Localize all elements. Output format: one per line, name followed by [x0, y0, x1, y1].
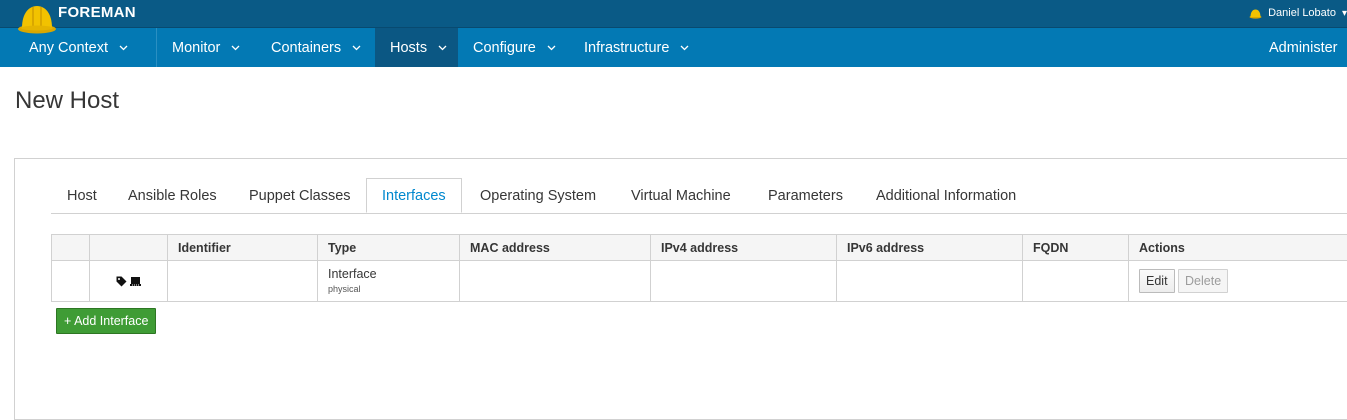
chevron-down-icon	[547, 45, 556, 51]
row-type-sub: physical	[328, 283, 449, 295]
tab-additional-information[interactable]: Additional Information	[876, 178, 1016, 213]
row-select-cell	[52, 261, 90, 302]
row-ipv4-address	[651, 261, 837, 302]
brand-name[interactable]: FOREMAN	[58, 4, 136, 21]
nav-monitor-label: Monitor	[172, 40, 220, 56]
column-header-select	[52, 235, 90, 261]
hardhat-logo-icon	[17, 1, 57, 35]
row-fqdn	[1023, 261, 1129, 302]
nav-hosts[interactable]: Hosts	[375, 28, 458, 67]
row-type: Interface	[328, 267, 449, 282]
user-hardhat-icon	[1249, 8, 1262, 19]
tab-operating-system[interactable]: Operating System	[480, 178, 596, 213]
tab-parameters[interactable]: Parameters	[768, 178, 843, 213]
row-ipv6-address	[837, 261, 1023, 302]
chevron-down-icon	[352, 45, 361, 51]
nav-containers-label: Containers	[271, 40, 341, 56]
nic-icon	[130, 276, 141, 287]
column-header-type[interactable]: Type	[318, 235, 460, 261]
tab-ansible-roles[interactable]: Ansible Roles	[128, 178, 217, 213]
column-header-actions: Actions	[1129, 235, 1347, 261]
nav-configure-label: Configure	[473, 40, 536, 56]
row-mac-address	[460, 261, 651, 302]
nav-any-context-label: Any Context	[29, 40, 108, 56]
nav-hosts-label: Hosts	[390, 40, 427, 56]
nav-containers[interactable]: Containers	[271, 28, 361, 67]
edit-interface-button[interactable]: Edit	[1139, 269, 1175, 293]
chevron-down-icon	[438, 45, 447, 51]
row-actions-cell: Edit Delete	[1129, 261, 1347, 302]
tab-virtual-machine[interactable]: Virtual Machine	[631, 178, 731, 213]
nav-infrastructure-label: Infrastructure	[584, 40, 669, 56]
user-menu[interactable]: Daniel Lobato ▾	[1249, 7, 1347, 19]
nav-divider	[156, 28, 157, 67]
tab-puppet-classes[interactable]: Puppet Classes	[249, 178, 351, 213]
column-header-ipv6-address[interactable]: IPv6 address	[837, 235, 1023, 261]
nav-administer-label: Administer	[1269, 40, 1338, 56]
chevron-down-icon	[231, 45, 240, 51]
top-header: FOREMAN Daniel Lobato ▾	[0, 0, 1347, 28]
nav-monitor[interactable]: Monitor	[172, 28, 240, 67]
nav-infrastructure[interactable]: Infrastructure	[584, 28, 689, 67]
interfaces-table: Identifier Type MAC address IPv4 address…	[51, 234, 1347, 302]
nav-configure[interactable]: Configure	[473, 28, 556, 67]
tab-interfaces[interactable]: Interfaces	[366, 178, 462, 213]
column-header-ipv4-address[interactable]: IPv4 address	[651, 235, 837, 261]
page-title: New Host	[15, 87, 119, 115]
table-header-row: Identifier Type MAC address IPv4 address…	[52, 235, 1347, 261]
row-type-cell: Interface physical	[318, 261, 460, 302]
delete-interface-button[interactable]: Delete	[1178, 269, 1228, 293]
user-caret-icon[interactable]: ▾	[1342, 8, 1347, 19]
tag-icon	[116, 276, 127, 287]
column-header-mac-address[interactable]: MAC address	[460, 235, 651, 261]
chevron-down-icon	[680, 45, 689, 51]
chevron-down-icon	[119, 45, 128, 51]
column-header-fqdn[interactable]: FQDN	[1023, 235, 1129, 261]
table-row: Interface physical Edit Delete	[52, 261, 1347, 302]
column-header-identifier[interactable]: Identifier	[168, 235, 318, 261]
user-name[interactable]: Daniel Lobato	[1268, 7, 1336, 19]
tab-host[interactable]: Host	[67, 178, 97, 213]
add-interface-button[interactable]: + Add Interface	[56, 308, 156, 334]
column-header-flags	[90, 235, 168, 261]
row-identifier	[168, 261, 318, 302]
host-form-tabs: Host Ansible Roles Puppet Classes Interf…	[51, 178, 1347, 214]
row-flags-cell	[90, 261, 168, 302]
nav-administer[interactable]: Administer	[1269, 28, 1338, 67]
main-nav: Any Context Monitor Containers Hosts Con…	[0, 28, 1347, 67]
